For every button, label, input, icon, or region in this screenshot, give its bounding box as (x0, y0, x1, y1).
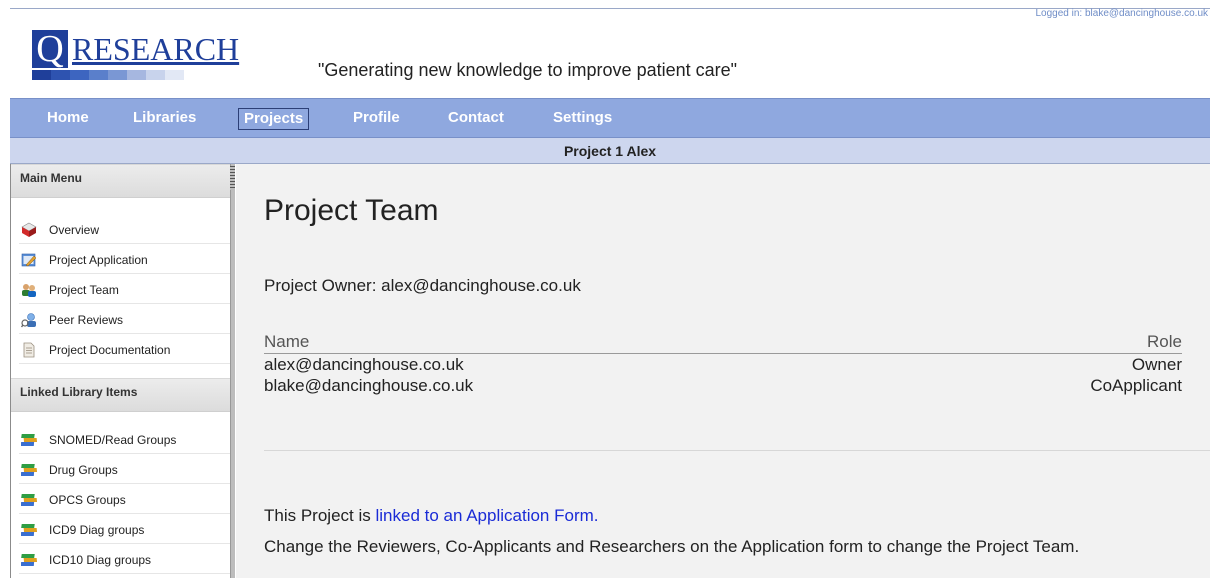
document-icon (23, 342, 35, 358)
linked-notice-prefix: This Project is (264, 506, 376, 525)
sidebar-item-label: SNOMED/Read Groups (49, 433, 177, 447)
nav-projects[interactable]: Projects (238, 108, 310, 130)
site-header: Logged in: blake@dancinghouse.co.uk Q RE… (10, 8, 1210, 98)
sidebar-item-snomed-read-groups[interactable]: SNOMED/Read Groups (19, 426, 233, 454)
logo-q-mark: Q (32, 30, 68, 68)
sidebar-item-project-documentation[interactable]: Project Documentation (19, 336, 233, 364)
project-owner: Project Owner: alex@dancinghouse.co.uk (264, 276, 581, 295)
logo-word: RESEARCH (72, 31, 240, 67)
sidebar-item-label: ICD10 Diag groups (49, 553, 152, 567)
logo-bar-segment (32, 70, 51, 80)
nav-home[interactable]: Home (42, 108, 94, 130)
top-navigation: Home Libraries Projects Profile Contact … (10, 98, 1210, 138)
books-icon (21, 554, 37, 566)
project-title-bar: Project 1 Alex (10, 138, 1210, 164)
sidebar-item-label: Peer Reviews (49, 313, 124, 327)
application-form-link[interactable]: linked to an Application Form. (375, 506, 598, 525)
linked-notice: This Project is linked to an Application… (264, 506, 599, 526)
logo-bar-segment (127, 70, 146, 80)
sidebar-item-label: ICD9 Diag groups (49, 523, 145, 537)
member-role: CoApplicant (1090, 376, 1182, 395)
logo-bar-segment (165, 70, 184, 80)
logo-bar-segment (89, 70, 108, 80)
table-row: blake@dancinghouse.co.uk CoApplicant (264, 375, 1182, 396)
content-divider (264, 450, 1210, 451)
logo-bar-segment (70, 70, 89, 80)
sidebar-item-label: OPCS Groups (49, 493, 126, 507)
team-table-header: Name Role (264, 332, 1182, 354)
nav-libraries[interactable]: Libraries (128, 108, 201, 130)
sidebar-item-label: Project Team (49, 283, 119, 297)
sidebar-item-overview[interactable]: Overview (19, 216, 233, 244)
sidebar-item-project-team[interactable]: Project Team (19, 276, 233, 304)
books-icon (21, 434, 37, 446)
sidebar: Main Menu Overview Project Application P… (11, 164, 233, 578)
nav-settings[interactable]: Settings (548, 108, 617, 130)
sidebar-item-label: Overview (49, 223, 100, 237)
logo-gradient-bar (32, 70, 184, 80)
splitter-grip-icon[interactable] (230, 166, 235, 190)
qresearch-logo[interactable]: Q RESEARCH (32, 30, 272, 90)
logo-wordmark: RESEARCH (72, 32, 239, 66)
main-content: Project Team Project Owner: alex@dancing… (236, 164, 1210, 578)
team-table: Name Role alex@dancinghouse.co.uk Owner … (264, 332, 1182, 396)
books-icon (21, 524, 37, 536)
column-header-name: Name (264, 332, 310, 351)
sidebar-item-project-application[interactable]: Project Application (19, 246, 233, 274)
logged-in-status: Logged in: blake@dancinghouse.co.uk (1035, 8, 1209, 19)
sidebar-item-label: Drug Groups (49, 463, 118, 477)
change-team-instructions: Change the Reviewers, Co-Applicants and … (264, 537, 1080, 556)
logo-bar-segment (146, 70, 165, 80)
edit-form-icon (21, 253, 37, 267)
sidebar-item-icd9-diag-groups[interactable]: ICD9 Diag groups (19, 516, 233, 544)
sidebar-item-peer-reviews[interactable]: Peer Reviews (19, 306, 233, 334)
books-icon (21, 494, 37, 506)
sidebar-item-opcs-groups[interactable]: OPCS Groups (19, 486, 233, 514)
page-title: Project Team (264, 194, 439, 227)
cube-icon (21, 222, 37, 237)
site-tagline: "Generating new knowledge to improve pat… (318, 60, 738, 80)
team-icon (22, 284, 36, 297)
sidebar-splitter[interactable] (230, 164, 235, 578)
member-name: blake@dancinghouse.co.uk (264, 376, 474, 395)
reviewer-icon (21, 313, 36, 328)
sidebar-item-icd10-diag-groups[interactable]: ICD10 Diag groups (19, 546, 233, 574)
table-row: alex@dancinghouse.co.uk Owner (264, 354, 1182, 375)
logo-bar-segment (51, 70, 70, 80)
books-icon (21, 464, 37, 476)
header-border (10, 8, 1210, 9)
main-menu-heading: Main Menu (11, 164, 233, 198)
linked-library-heading: Linked Library Items (11, 378, 233, 412)
member-name: alex@dancinghouse.co.uk (264, 355, 464, 374)
sidebar-item-drug-groups[interactable]: Drug Groups (19, 456, 233, 484)
sidebar-item-label: Project Application (49, 253, 148, 267)
member-role: Owner (1131, 355, 1182, 374)
nav-profile[interactable]: Profile (348, 108, 405, 130)
nav-contact[interactable]: Contact (443, 108, 509, 130)
sidebar-item-label: Project Documentation (49, 343, 171, 357)
logo-bar-segment (108, 70, 127, 80)
column-header-role: Role (1147, 332, 1182, 351)
